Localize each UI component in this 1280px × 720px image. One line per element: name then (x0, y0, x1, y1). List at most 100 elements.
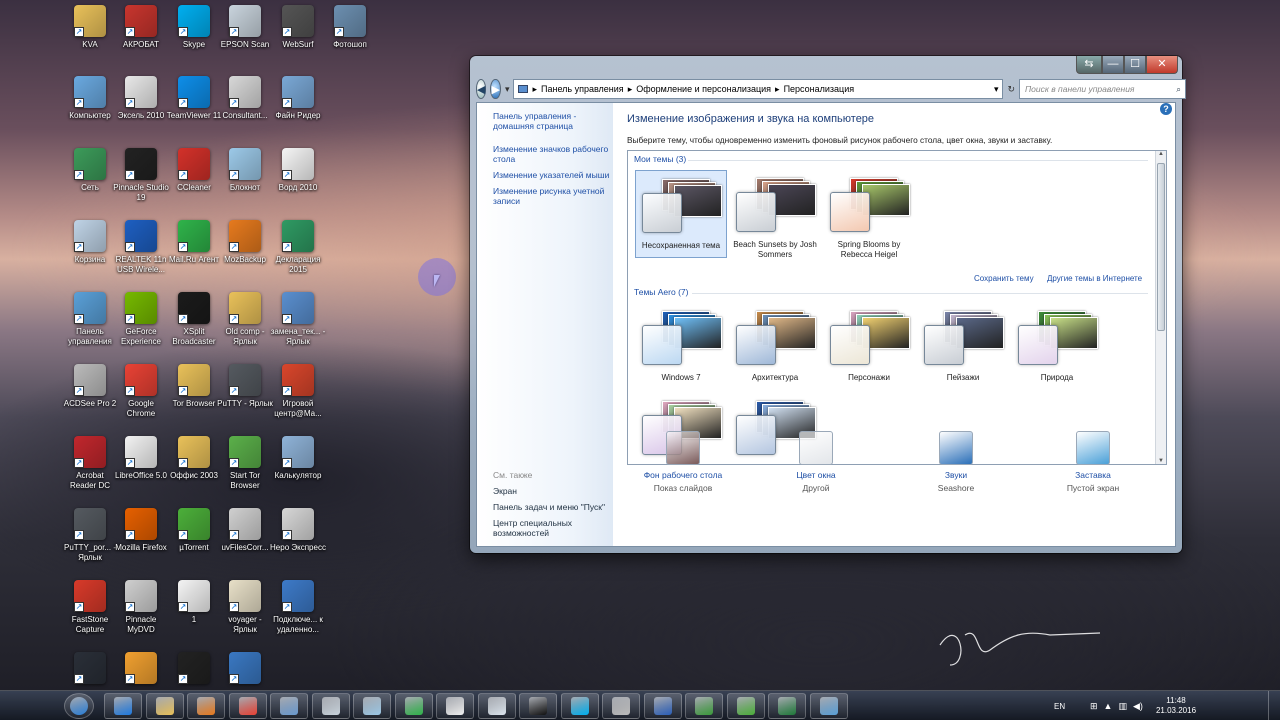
desktop-shortcut[interactable]: ↗ Mozilla Firefox (113, 508, 169, 553)
taskbar-button[interactable] (726, 693, 765, 719)
desktop-shortcut[interactable]: ↗ Mail.Ru Агент (166, 220, 222, 265)
taskbar-button[interactable] (353, 693, 391, 719)
desktop-shortcut[interactable]: ↗ Игровой центр@Ма... (270, 364, 326, 419)
desktop-shortcut[interactable]: ↗ Панель управления (62, 292, 118, 347)
desktop-shortcut[interactable]: ↗ Pinnacle MyDVD (113, 580, 169, 635)
scrollbar-thumb[interactable] (1157, 163, 1165, 331)
taskbar-button[interactable] (104, 693, 142, 719)
search-input[interactable]: Поиск в панели управления ⌕ (1019, 79, 1187, 99)
desktop-shortcut[interactable]: ↗ Skype (166, 5, 222, 50)
personalization-setting[interactable]: Звуки Seashore (896, 431, 1016, 495)
taskbar-button[interactable] (809, 693, 848, 719)
show-desktop-button[interactable] (1268, 691, 1280, 720)
setting-label[interactable]: Фон рабочего стола (623, 469, 743, 481)
setting-label[interactable]: Заставка (1033, 469, 1153, 481)
taskbar-button[interactable] (394, 693, 433, 719)
desktop-shortcut[interactable]: ↗ Start Tor Browser (217, 436, 273, 491)
taskbar-button[interactable] (311, 693, 350, 719)
maximize-button[interactable]: ☐ (1124, 56, 1146, 74)
desktop-shortcut[interactable]: ↗ Google Chrome (113, 364, 169, 419)
taskbar-start-menu-link[interactable]: Панель задач и меню "Пуск" (493, 502, 613, 512)
taskbar-button[interactable] (685, 693, 723, 719)
desktop-shortcut[interactable]: ↗ LibreOffice 5.0 (113, 436, 169, 481)
change-desktop-icons-link[interactable]: Изменение значков рабочего стола (493, 144, 611, 164)
desktop-shortcut[interactable]: ↗ Acrobat Reader DC (62, 436, 118, 491)
breadcrumb[interactable]: ▸ Панель управления ▸ Оформление и персо… (513, 79, 1004, 99)
taskbar-button[interactable] (560, 693, 599, 719)
desktop-shortcut[interactable]: ↗ АКРОБАТ (113, 5, 169, 50)
breadcrumb-item[interactable]: Персонализация (784, 84, 855, 94)
change-mouse-pointers-link[interactable]: Изменение указателей мыши (493, 170, 611, 180)
desktop-shortcut[interactable]: ↗ REALTEK 11n USB Wirele... (113, 220, 169, 275)
breadcrumb-item[interactable]: Оформление и персонализация (636, 84, 771, 94)
personalization-setting[interactable]: Цвет окна Другой (756, 431, 876, 495)
theme-tile[interactable]: Spring Blooms by Rebecca Heigel (823, 170, 915, 259)
system-tray-icons[interactable]: ⊞ ▲ ▥ ◀) (1090, 691, 1143, 720)
desktop-shortcut[interactable]: ↗ (166, 652, 222, 687)
taskbar-button[interactable] (187, 693, 225, 719)
theme-tile[interactable]: Несохраненная тема (635, 170, 727, 258)
desktop-shortcut[interactable]: ↗ KVA (62, 5, 118, 50)
taskbar-button[interactable] (519, 693, 557, 719)
desktop-shortcut[interactable]: ↗ Сеть (62, 148, 118, 193)
display-link[interactable]: Экран (493, 486, 517, 496)
restore-button[interactable]: ⇆ (1076, 56, 1102, 74)
desktop-shortcut[interactable]: ↗ (217, 652, 273, 687)
desktop-shortcut[interactable]: ↗ EPSON Scan (217, 5, 273, 50)
desktop-shortcut[interactable]: ↗ (113, 652, 169, 687)
volume-icon[interactable]: ◀) (1133, 701, 1143, 712)
theme-tile[interactable]: Пейзажи (917, 303, 1009, 391)
theme-tile[interactable]: Beach Sunsets by Josh Sommers (729, 170, 821, 259)
theme-gallery-scrollbar[interactable]: ▲ ▼ (1155, 151, 1166, 464)
setting-label[interactable]: Звуки (896, 469, 1016, 481)
taskbar-button[interactable] (602, 693, 640, 719)
control-panel-home-link[interactable]: Панель управления - домашняя страница (493, 111, 598, 131)
desktop-shortcut[interactable]: ↗ замена_тек... - Ярлык (270, 292, 326, 347)
setting-label[interactable]: Цвет окна (756, 469, 876, 481)
minimize-button[interactable]: — (1102, 56, 1124, 74)
desktop-shortcut[interactable]: ↗ FastStone Capture (62, 580, 118, 635)
personalization-setting[interactable]: Фон рабочего стола Показ слайдов (623, 431, 743, 495)
desktop-shortcut[interactable]: ↗ PuTTY_por... - Ярлык (62, 508, 118, 563)
desktop-shortcut[interactable]: ↗ GeForce Experience (113, 292, 169, 347)
save-theme-link[interactable]: Сохранить тему (974, 274, 1034, 284)
taskbar-button[interactable] (643, 693, 682, 719)
taskbar-button[interactable] (64, 693, 94, 719)
network-icon[interactable]: ▥ (1118, 701, 1127, 712)
desktop-shortcut[interactable]: ↗ (62, 652, 118, 687)
taskbar-button[interactable] (768, 693, 806, 719)
more-themes-online-link[interactable]: Другие темы в Интернете (1047, 274, 1142, 284)
desktop-shortcut[interactable]: ↗ Consultant... (217, 76, 273, 121)
theme-tile[interactable]: Архитектура (729, 303, 821, 391)
desktop-shortcut[interactable]: ↗ uvFilesCorr... (217, 508, 273, 553)
clock[interactable]: 11:48 21.03.2016 (1156, 691, 1196, 720)
theme-tile[interactable]: Windows 7 (635, 303, 727, 391)
desktop-shortcut[interactable]: ↗ Калькулятор (270, 436, 326, 481)
forward-button[interactable]: ▶ (490, 79, 501, 99)
theme-tile[interactable]: Персонажи (823, 303, 915, 391)
taskbar-button[interactable] (477, 693, 516, 719)
windows-flag-icon[interactable]: ⊞ (1090, 701, 1098, 712)
recent-pages-chevron-icon[interactable]: ▾ (505, 80, 510, 98)
desktop-shortcut[interactable]: ↗ Ворд 2010 (270, 148, 326, 193)
desktop-shortcut[interactable]: ↗ Old comp - Ярлык (217, 292, 273, 347)
desktop-shortcut[interactable]: ↗ MozBackup (217, 220, 273, 265)
desktop-shortcut[interactable]: ↗ Эксель 2010 (113, 76, 169, 121)
address-dropdown-icon[interactable]: ▾ (994, 84, 1003, 95)
scroll-down-icon[interactable]: ▼ (1156, 458, 1166, 464)
desktop-shortcut[interactable]: ↗ PuTTY - Ярлык (217, 364, 273, 409)
desktop-shortcut[interactable]: ↗ TeamViewer 11 (166, 76, 222, 121)
desktop-shortcut[interactable]: ↗ Pinnacle Studio 19 (113, 148, 169, 203)
back-button[interactable]: ◀ (476, 79, 487, 99)
close-button[interactable]: ✕ (1146, 56, 1178, 74)
taskbar-button[interactable] (270, 693, 308, 719)
desktop-shortcut[interactable]: ↗ Файн Ридер (270, 76, 326, 121)
desktop-shortcut[interactable]: ↗ Блокнот (217, 148, 273, 193)
taskbar-button[interactable] (228, 693, 267, 719)
desktop-shortcut[interactable]: ↗ Декларация 2015 (270, 220, 326, 275)
desktop-shortcut[interactable]: ↗ Неро Экспресс (270, 508, 326, 553)
desktop-shortcut[interactable]: ↗ Tor Browser (166, 364, 222, 409)
desktop-shortcut[interactable]: ↗ Корзина (62, 220, 118, 265)
desktop-shortcut[interactable]: ↗ µTorrent (166, 508, 222, 553)
theme-gallery[interactable]: Мои темы (3) Несохраненная тема Beach Sun… (627, 150, 1167, 465)
